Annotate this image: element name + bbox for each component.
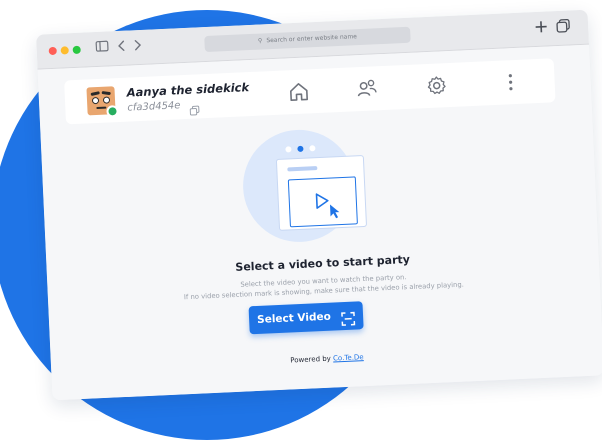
extension-panel: Aanya the sidekick cfa3d454e	[38, 45, 602, 401]
minimize-window-button[interactable]	[61, 46, 69, 54]
users-icon[interactable]	[354, 76, 379, 101]
scan-icon	[341, 309, 356, 324]
maximize-window-button[interactable]	[73, 46, 81, 54]
avatar-mouth	[96, 107, 106, 109]
select-video-button[interactable]: Select Video	[249, 301, 364, 334]
avatar-eye-right	[103, 96, 110, 103]
close-window-button[interactable]	[49, 47, 57, 55]
avatar[interactable]	[86, 86, 115, 115]
user-id: cfa3d454e	[127, 100, 181, 113]
tabs-overview-icon[interactable]	[556, 18, 571, 33]
settings-icon[interactable]	[424, 73, 449, 98]
forward-icon[interactable]	[130, 39, 145, 54]
avatar-brow-right	[102, 91, 111, 95]
video-player-frame	[288, 176, 358, 227]
pager-dot-active	[297, 146, 303, 152]
brand-link[interactable]: Co.Te.De	[333, 353, 364, 362]
more-vertical-icon[interactable]	[498, 70, 523, 95]
address-placeholder: Search or enter website name	[266, 33, 357, 44]
browser-window: ⚲Search or enter website name Aanya the …	[36, 10, 602, 401]
home-icon[interactable]	[286, 79, 311, 104]
search-icon: ⚲	[258, 33, 263, 49]
avatar-eye-left	[92, 97, 99, 104]
main-content: Select a video to start party Select the…	[40, 105, 602, 400]
footer: Powered by Co.Te.De	[51, 342, 602, 375]
play-cursor-icon	[289, 177, 357, 226]
pager-dot	[309, 145, 315, 151]
new-tab-icon[interactable]	[534, 19, 549, 34]
pager-dot	[285, 146, 291, 152]
footer-prefix: Powered by	[290, 355, 331, 365]
profile-name: Aanya the sidekick	[126, 80, 249, 100]
avatar-brow-left	[90, 91, 99, 96]
video-card	[276, 155, 367, 231]
video-illustration	[241, 127, 358, 244]
sidebar-icon[interactable]	[94, 40, 109, 55]
back-icon[interactable]	[114, 40, 129, 55]
online-status-dot	[106, 105, 119, 118]
card-title-bar	[287, 166, 317, 171]
copy-icon[interactable]	[189, 100, 199, 110]
address-bar[interactable]: ⚲Search or enter website name	[204, 27, 411, 52]
select-video-label: Select Video	[257, 303, 332, 334]
